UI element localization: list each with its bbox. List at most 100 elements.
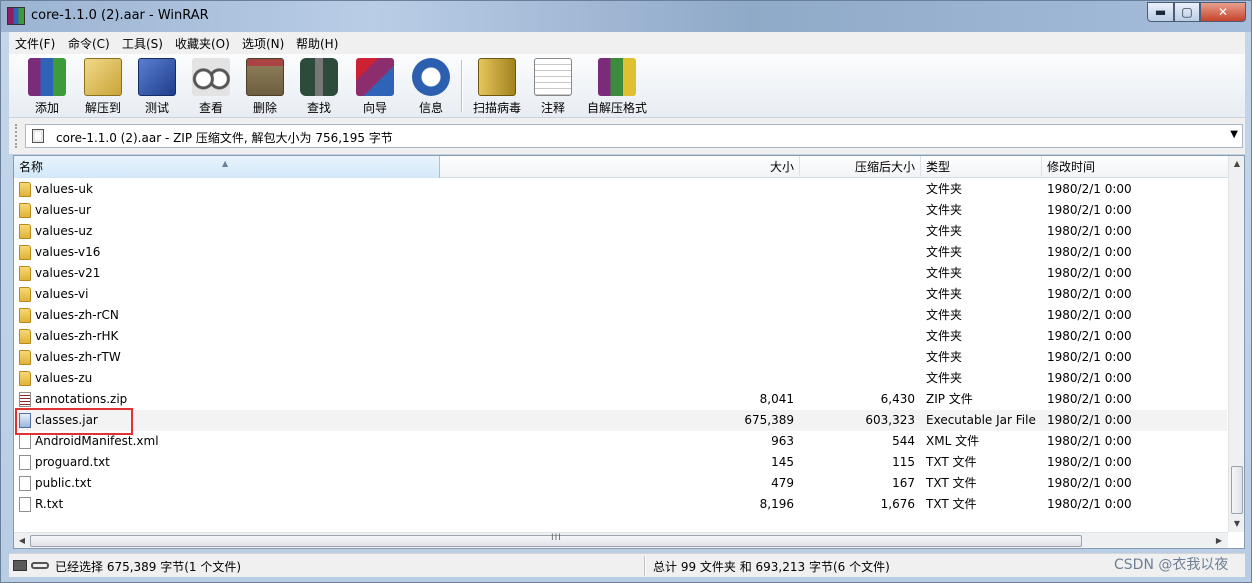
folder-icon <box>19 308 31 323</box>
column-header-size[interactable]: 大小 <box>440 156 800 178</box>
test-button[interactable]: 测试 <box>127 56 187 116</box>
file-packed-size <box>800 368 915 389</box>
scroll-up-button[interactable]: ▲ <box>1229 156 1245 172</box>
file-size: 479 <box>771 476 794 490</box>
table-row[interactable]: values-zh-rCN 文件夹 1980/2/1 0:00 <box>14 305 1227 326</box>
menu-favorites[interactable]: 收藏夹(O) <box>175 35 230 52</box>
comment-label: 注释 <box>540 101 565 115</box>
folder-icon <box>19 182 31 197</box>
file-modified: 1980/2/1 0:00 <box>1047 182 1132 196</box>
file-modified: 1980/2/1 0:00 <box>1047 497 1132 511</box>
menu-bar: 文件(F) 命令(C) 工具(S) 收藏夹(O) 选项(N) 帮助(H) <box>9 32 1245 54</box>
file-packed-size <box>800 347 915 368</box>
scroll-left-button[interactable]: ◀ <box>14 533 30 549</box>
column-header-type[interactable]: 类型 <box>921 156 1042 178</box>
file-size <box>440 221 794 242</box>
view-button[interactable]: 查看 <box>181 56 241 116</box>
toolbar: 添加 解压到 测试 查看 删除 查找 向导 信息 扫描病毒 注释 自解压格式 <box>9 54 1245 118</box>
table-row[interactable]: AndroidManifest.xml 963 544 XML 文件 1980/2/1 … <box>14 431 1227 452</box>
menu-options[interactable]: 选项(N) <box>242 35 284 52</box>
delete-button[interactable]: 删除 <box>235 56 295 116</box>
maximize-button[interactable]: ▢ <box>1174 2 1200 22</box>
table-row[interactable]: values-ur 文件夹 1980/2/1 0:00 <box>14 200 1227 221</box>
chevron-down-icon[interactable]: ▼ <box>1230 129 1238 140</box>
vertical-scroll-thumb[interactable] <box>1231 466 1243 514</box>
archive-icon <box>32 129 44 143</box>
table-row[interactable]: values-zh-rTW 文件夹 1980/2/1 0:00 <box>14 347 1227 368</box>
file-packed-size <box>800 305 915 326</box>
file-packed-size <box>800 263 915 284</box>
scroll-down-button[interactable]: ▼ <box>1229 516 1245 532</box>
file-type: XML 文件 <box>926 434 980 448</box>
vertical-scrollbar[interactable]: ▲ ▼ <box>1228 156 1244 532</box>
menu-commands[interactable]: 命令(C) <box>68 35 110 52</box>
key-icon[interactable] <box>31 562 49 569</box>
table-row[interactable]: values-zu 文件夹 1980/2/1 0:00 <box>14 368 1227 389</box>
column-header-packed[interactable]: 压缩后大小 <box>800 156 921 178</box>
close-button[interactable]: ✕ <box>1200 2 1246 22</box>
table-row[interactable]: values-uz 文件夹 1980/2/1 0:00 <box>14 221 1227 242</box>
file-packed-size <box>800 242 915 263</box>
horizontal-scrollbar[interactable]: ◀ III ▶ <box>14 532 1228 548</box>
file-type: 文件夹 <box>926 266 963 280</box>
title-bar[interactable]: core-1.1.0 (2).aar - WinRAR ▬ ▢ ✕ <box>1 1 1251 32</box>
minimize-button[interactable]: ▬ <box>1147 2 1174 22</box>
info-button[interactable]: 信息 <box>401 56 461 116</box>
winrar-app-icon[interactable] <box>7 7 25 25</box>
file-name: annotations.zip <box>35 392 128 406</box>
extract-to-label: 解压到 <box>84 101 121 115</box>
menu-help[interactable]: 帮助(H) <box>296 35 338 52</box>
table-row[interactable]: values-v21 文件夹 1980/2/1 0:00 <box>14 263 1227 284</box>
view-label: 查看 <box>198 101 223 115</box>
file-packed-size <box>800 284 915 305</box>
scan-virus-label: 扫描病毒 <box>472 101 521 115</box>
column-header-name-label: 名称 <box>19 160 44 174</box>
find-button[interactable]: 查找 <box>289 56 349 116</box>
file-size: 8,196 <box>759 497 794 511</box>
file-size <box>440 242 794 263</box>
file-type: TXT 文件 <box>926 497 977 511</box>
menu-file[interactable]: 文件(F) <box>15 35 55 52</box>
scan-virus-button[interactable]: 扫描病毒 <box>467 56 527 116</box>
disk-icon[interactable] <box>13 560 27 571</box>
table-row[interactable]: R.txt 8,196 1,676 TXT 文件 1980/2/1 0:00 <box>14 494 1227 515</box>
sfx-button[interactable]: 自解压格式 <box>585 56 649 116</box>
table-row[interactable]: proguard.txt 145 115 TXT 文件 1980/2/1 0:00 <box>14 452 1227 473</box>
file-name: values-zh-rTW <box>35 350 121 364</box>
extract-to-button[interactable]: 解压到 <box>73 56 133 116</box>
table-row[interactable]: values-zh-rHK 文件夹 1980/2/1 0:00 <box>14 326 1227 347</box>
file-size <box>440 305 794 326</box>
table-row[interactable]: classes.jar 675,389 603,323 Executable Jar … <box>14 410 1227 431</box>
column-header-name[interactable]: ▲ 名称 <box>14 156 440 178</box>
comment-button[interactable]: 注释 <box>523 56 583 116</box>
file-name: values-v16 <box>35 245 101 259</box>
table-row[interactable]: values-v16 文件夹 1980/2/1 0:00 <box>14 242 1227 263</box>
wizard-button[interactable]: 向导 <box>345 56 405 116</box>
file-modified: 1980/2/1 0:00 <box>1047 455 1132 469</box>
file-packed-size <box>800 179 915 200</box>
scroll-right-button[interactable]: ▶ <box>1211 533 1227 549</box>
file-modified: 1980/2/1 0:00 <box>1047 392 1132 406</box>
winrar-window: core-1.1.0 (2).aar - WinRAR ▬ ▢ ✕ 文件(F) … <box>0 0 1252 583</box>
file-modified: 1980/2/1 0:00 <box>1047 434 1132 448</box>
file-name: R.txt <box>35 497 64 511</box>
comment-icon <box>534 58 572 96</box>
find-icon <box>300 58 338 96</box>
add-button[interactable]: 添加 <box>17 56 77 116</box>
address-bar-grip <box>15 124 19 148</box>
archive-path-field[interactable]: core-1.1.0 (2).aar - ZIP 压缩文件, 解包大小为 756… <box>25 124 1243 148</box>
table-row[interactable]: values-uk 文件夹 1980/2/1 0:00 <box>14 179 1227 200</box>
horizontal-scroll-thumb[interactable]: III <box>30 533 1082 547</box>
wizard-icon <box>356 58 394 96</box>
file-modified: 1980/2/1 0:00 <box>1047 224 1132 238</box>
file-name: proguard.txt <box>35 455 110 469</box>
column-header-modified[interactable]: 修改时间 <box>1042 156 1232 178</box>
file-packed-size: 544 <box>892 434 915 448</box>
table-row[interactable]: values-vi 文件夹 1980/2/1 0:00 <box>14 284 1227 305</box>
table-row[interactable]: public.txt 479 167 TXT 文件 1980/2/1 0:00 <box>14 473 1227 494</box>
file-size <box>440 347 794 368</box>
menu-tools[interactable]: 工具(S) <box>122 35 163 52</box>
table-row[interactable]: annotations.zip 8,041 6,430 ZIP 文件 1980/2/1 … <box>14 389 1227 410</box>
file-packed-size <box>800 200 915 221</box>
wizard-label: 向导 <box>362 101 387 115</box>
